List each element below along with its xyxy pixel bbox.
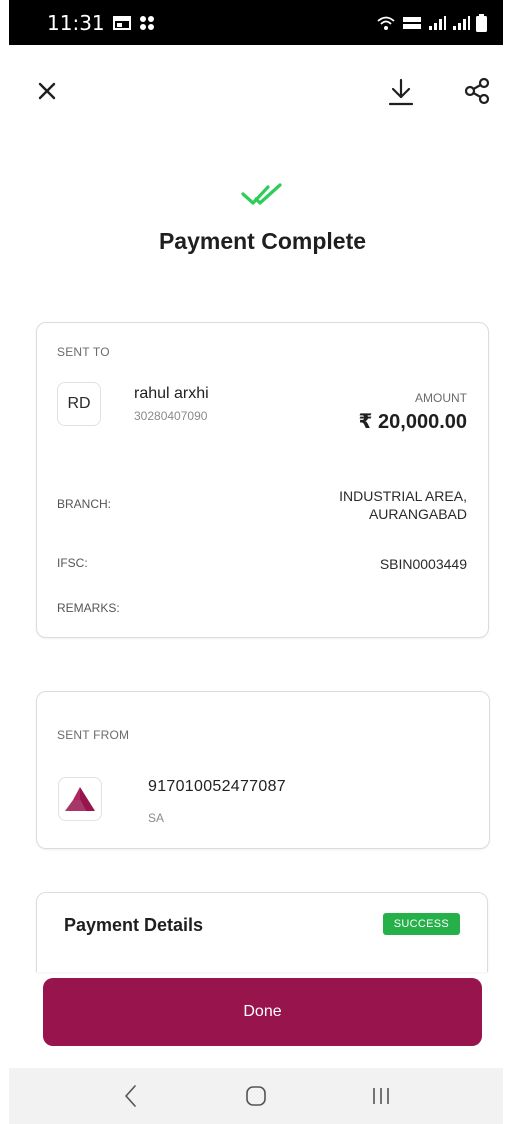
download-icon[interactable] xyxy=(386,76,416,108)
bank-logo xyxy=(58,777,102,821)
branch-value: INDUSTRIAL AREA, AURANGABAD xyxy=(339,487,467,523)
app-notification-icon xyxy=(139,15,154,30)
status-badge: SUCCESS xyxy=(382,913,460,935)
recents-nav-button[interactable] xyxy=(361,1076,401,1116)
page-title: Payment Complete xyxy=(158,228,367,254)
signal-icon xyxy=(429,15,446,30)
recents-icon xyxy=(372,1088,389,1104)
volte-icon xyxy=(403,16,421,29)
wifi-icon xyxy=(377,16,395,30)
battery-icon xyxy=(476,13,487,32)
top-app-bar xyxy=(0,70,505,118)
status-time: 11:31 xyxy=(47,10,105,35)
sent-to-label: SENT TO xyxy=(57,345,110,359)
payee-account-number: 30280407090 xyxy=(134,409,208,423)
avatar: RD xyxy=(57,382,101,426)
close-icon[interactable] xyxy=(34,78,60,104)
status-left: 11:31 xyxy=(47,11,155,35)
branch-line-2: AURANGABAD xyxy=(368,506,467,522)
status-right xyxy=(376,13,487,32)
back-nav-button[interactable] xyxy=(111,1076,151,1116)
ifsc-label: IFSC: xyxy=(57,556,88,570)
double-check-icon xyxy=(241,183,282,205)
payment-details-title: Payment Details xyxy=(64,915,204,935)
sent-to-card: SENT TO RD rahul arxhi 30280407090 AMOUN… xyxy=(36,322,489,638)
ifsc-value: SBIN0003449 xyxy=(379,556,467,572)
home-icon xyxy=(246,1086,266,1106)
remarks-label: REMARKS: xyxy=(57,601,120,615)
signal-roaming-icon xyxy=(453,15,470,30)
from-account-number: 917010052477087 xyxy=(148,778,286,795)
axis-bank-logo-icon xyxy=(65,787,95,811)
amount-label: AMOUNT xyxy=(415,391,467,405)
branch-line-1: INDUSTRIAL AREA, xyxy=(339,488,467,504)
payee-name: rahul arxhi xyxy=(134,385,209,402)
share-icon[interactable] xyxy=(462,76,492,106)
home-nav-button[interactable] xyxy=(236,1076,276,1116)
sent-from-label: SENT FROM xyxy=(57,728,130,742)
sent-from-card: SENT FROM 917010052477087 SA xyxy=(36,691,490,849)
branch-label: BRANCH: xyxy=(57,497,112,511)
status-bar: 11:31 xyxy=(9,0,503,45)
from-account-type: SA xyxy=(148,811,165,825)
payment-details-card: Payment Details SUCCESS xyxy=(36,892,488,972)
system-nav-bar xyxy=(9,1068,503,1124)
notification-icon xyxy=(112,15,131,30)
back-icon xyxy=(125,1085,137,1107)
amount-value: ₹ 20,000.00 xyxy=(358,411,467,433)
done-button[interactable]: Done xyxy=(43,978,482,1046)
